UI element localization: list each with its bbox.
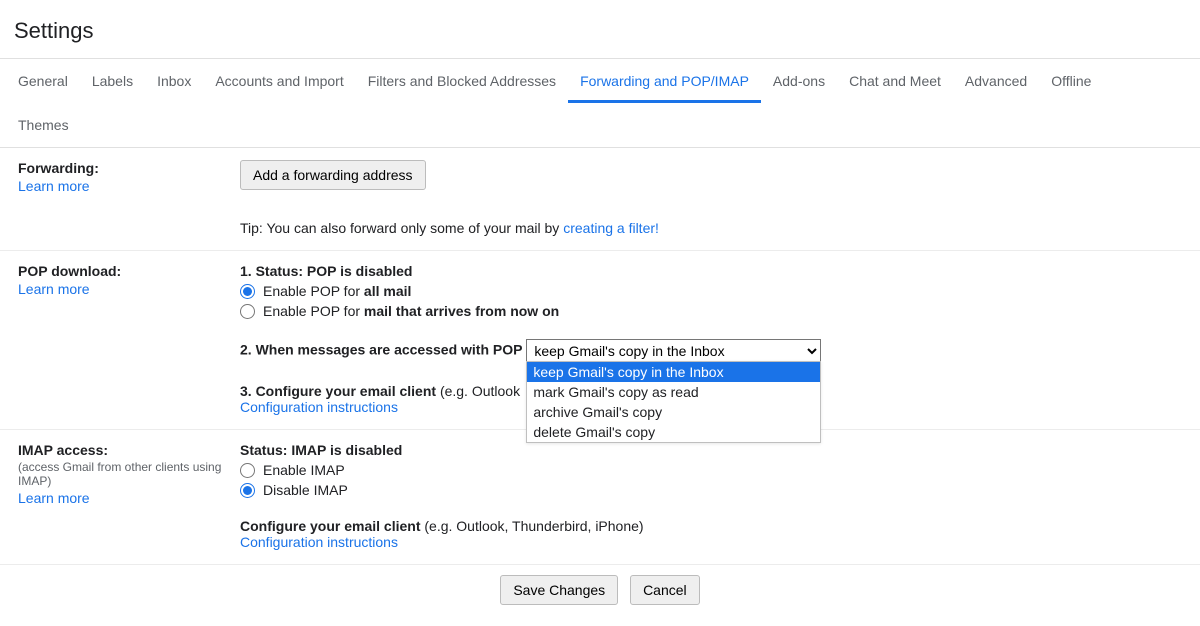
forwarding-tip-text: Tip: You can also forward only some of y… — [240, 220, 563, 236]
imap-enable-radio[interactable] — [240, 463, 255, 478]
imap-config-label: Configure your email client — [240, 518, 424, 534]
pop-status-prefix: 1. Status: — [240, 263, 307, 279]
pop-option-mark-read[interactable]: mark Gmail's copy as read — [527, 382, 820, 402]
pop-learn-more-link[interactable]: Learn more — [18, 281, 90, 297]
pop-option-delete[interactable]: delete Gmail's copy — [527, 422, 820, 442]
imap-learn-more-link[interactable]: Learn more — [18, 490, 90, 506]
pop-enable-all-mail-radio[interactable] — [240, 284, 255, 299]
cancel-button[interactable]: Cancel — [630, 575, 700, 605]
create-filter-link[interactable]: creating a filter! — [563, 220, 659, 236]
pop-status-value: POP is disabled — [307, 263, 413, 279]
pop-step2: 2. When messages are accessed with POP k… — [240, 339, 1180, 363]
imap-disable-option[interactable]: Disable IMAP — [240, 482, 1180, 498]
pop-option-archive[interactable]: archive Gmail's copy — [527, 402, 820, 422]
pop-step2-label: 2. When messages are accessed with POP — [240, 342, 522, 358]
tab-offline[interactable]: Offline — [1039, 59, 1103, 103]
pop-enable-from-now-radio[interactable] — [240, 304, 255, 319]
forwarding-label: Forwarding: — [18, 160, 232, 176]
imap-access-section: IMAP access: (access Gmail from other cl… — [0, 430, 1200, 565]
pop-status-line: 1. Status: POP is disabled — [240, 263, 1180, 279]
imap-access-sublabel: (access Gmail from other clients using I… — [18, 460, 232, 488]
pop-enable-from-now-option[interactable]: Enable POP for mail that arrives from no… — [240, 303, 1180, 319]
pop-download-label: POP download: — [18, 263, 232, 279]
imap-enable-option[interactable]: Enable IMAP — [240, 462, 1180, 478]
save-changes-button[interactable]: Save Changes — [500, 575, 618, 605]
pop-action-dropdown-open: keep Gmail's copy in the Inbox mark Gmai… — [526, 361, 821, 443]
pop-enable-from-now-label: Enable POP for mail that arrives from no… — [263, 303, 559, 319]
form-actions: Save Changes Cancel — [0, 565, 1200, 615]
pop-option-keep-inbox[interactable]: keep Gmail's copy in the Inbox — [527, 362, 820, 382]
tab-inbox[interactable]: Inbox — [145, 59, 203, 103]
tab-addons[interactable]: Add-ons — [761, 59, 837, 103]
imap-disable-label: Disable IMAP — [263, 482, 348, 498]
forwarding-section: Forwarding: Learn more Add a forwarding … — [0, 148, 1200, 251]
tab-forwarding-pop-imap[interactable]: Forwarding and POP/IMAP — [568, 59, 761, 103]
imap-enable-label: Enable IMAP — [263, 462, 345, 478]
tab-chat-meet[interactable]: Chat and Meet — [837, 59, 953, 103]
tab-labels[interactable]: Labels — [80, 59, 145, 103]
imap-config-example: (e.g. Outlook, Thunderbird, iPhone) — [424, 518, 643, 534]
pop-config-instructions-link[interactable]: Configuration instructions — [240, 399, 398, 415]
tab-themes[interactable]: Themes — [6, 103, 81, 147]
forwarding-tip: Tip: You can also forward only some of y… — [240, 220, 1180, 236]
settings-tabs: General Labels Inbox Accounts and Import… — [0, 58, 1200, 148]
tab-accounts-import[interactable]: Accounts and Import — [203, 59, 355, 103]
pop-download-section: POP download: Learn more 1. Status: POP … — [0, 251, 1200, 430]
pop-step3-label: 3. Configure your email client — [240, 383, 440, 399]
pop-enable-all-mail-label: Enable POP for all mail — [263, 283, 411, 299]
pop-action-select[interactable]: keep Gmail's copy in the Inbox — [526, 339, 821, 363]
pop-enable-all-mail-option[interactable]: Enable POP for all mail — [240, 283, 1180, 299]
imap-access-label: IMAP access: — [18, 442, 232, 458]
tab-general[interactable]: General — [6, 59, 80, 103]
imap-config-instructions-link[interactable]: Configuration instructions — [240, 534, 398, 550]
imap-status-line: Status: IMAP is disabled — [240, 442, 1180, 458]
tab-advanced[interactable]: Advanced — [953, 59, 1039, 103]
forwarding-learn-more-link[interactable]: Learn more — [18, 178, 90, 194]
add-forwarding-address-button[interactable]: Add a forwarding address — [240, 160, 426, 190]
tab-filters[interactable]: Filters and Blocked Addresses — [356, 59, 568, 103]
imap-status-value: IMAP is disabled — [291, 442, 402, 458]
page-title: Settings — [14, 18, 1200, 44]
imap-config-line: Configure your email client (e.g. Outloo… — [240, 518, 1180, 534]
pop-step3-example: (e.g. Outlook — [440, 383, 520, 399]
imap-disable-radio[interactable] — [240, 483, 255, 498]
imap-status-prefix: Status: — [240, 442, 291, 458]
